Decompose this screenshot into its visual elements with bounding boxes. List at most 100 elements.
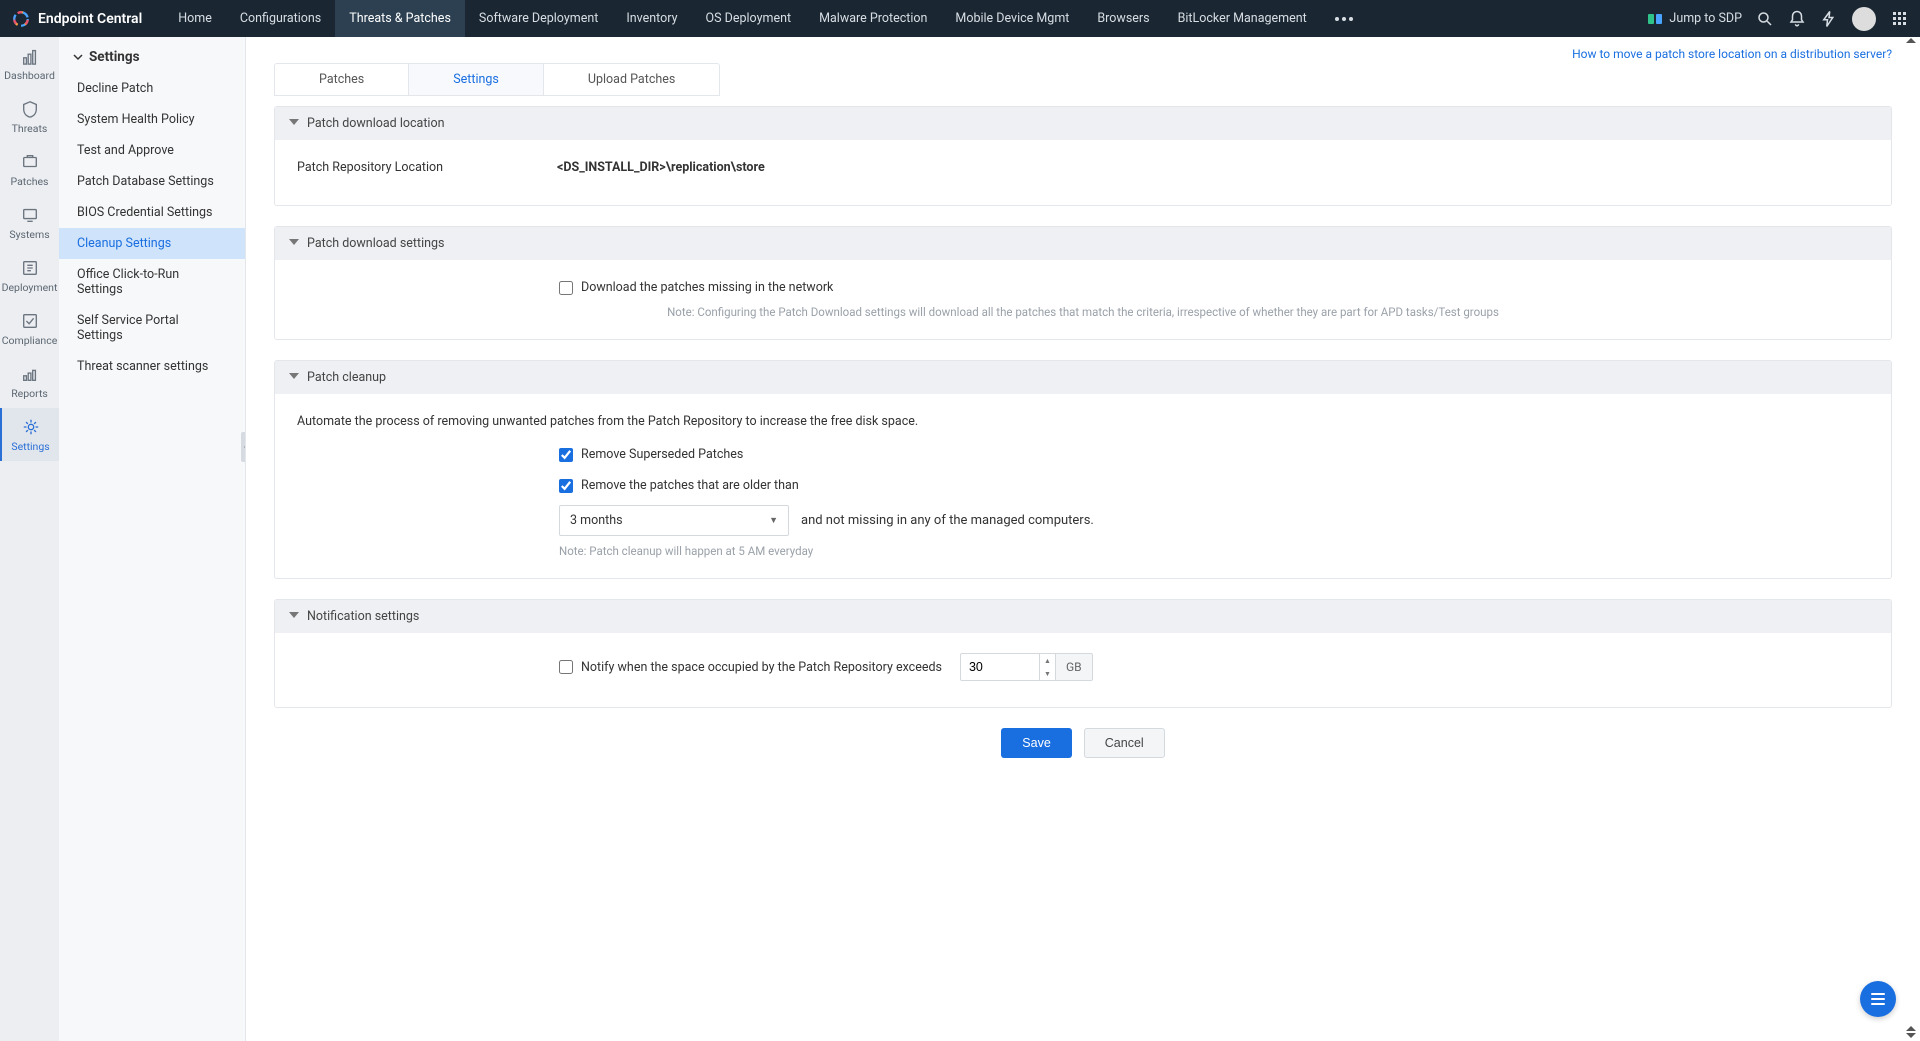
avatar[interactable] bbox=[1852, 7, 1876, 31]
rail-item-deployment[interactable]: Deployment bbox=[0, 249, 59, 302]
panel-download-settings: Patch download settings Download the pat… bbox=[274, 226, 1892, 340]
remove-superseded-row[interactable]: Remove Superseded Patches bbox=[559, 447, 1869, 462]
topnav-item-malware-protection[interactable]: Malware Protection bbox=[805, 0, 941, 37]
threshold-spinner[interactable]: ▲▼ bbox=[1040, 653, 1056, 681]
search-icon[interactable] bbox=[1756, 10, 1774, 28]
rail-label: Settings bbox=[11, 440, 49, 453]
jump-to-sdp-link[interactable]: Jump to SDP bbox=[1647, 11, 1742, 27]
topnav-item-software-deployment[interactable]: Software Deployment bbox=[465, 0, 612, 37]
chevron-up-icon bbox=[289, 239, 299, 249]
topnav-right: Jump to SDP bbox=[1647, 7, 1908, 31]
cleanup-note: Note: Patch cleanup will happen at 5 AM … bbox=[559, 544, 1869, 558]
age-select-value: 3 months bbox=[570, 513, 623, 528]
submenu-item-cleanup-settings[interactable]: Cleanup Settings bbox=[59, 228, 245, 259]
fab-menu-button[interactable] bbox=[1860, 981, 1896, 1017]
topnav-item-inventory[interactable]: Inventory bbox=[612, 0, 691, 37]
submenu-header[interactable]: Settings bbox=[59, 37, 245, 73]
scroll-up-indicator[interactable] bbox=[1904, 37, 1918, 47]
top-nav: Endpoint Central HomeConfigurationsThrea… bbox=[0, 0, 1920, 37]
age-select[interactable]: 3 months ▼ bbox=[559, 505, 789, 536]
cancel-button[interactable]: Cancel bbox=[1084, 728, 1165, 758]
repo-location-row: Patch Repository Location <DS_INSTALL_DI… bbox=[297, 160, 1869, 175]
submenu-item-bios-credential-settings[interactable]: BIOS Credential Settings bbox=[59, 197, 245, 228]
submenu-item-threat-scanner-settings[interactable]: Threat scanner settings bbox=[59, 351, 245, 382]
notify-space-row[interactable]: Notify when the space occupied by the Pa… bbox=[559, 660, 942, 675]
rail-label: Reports bbox=[11, 387, 48, 400]
apps-icon[interactable] bbox=[1890, 10, 1908, 28]
help-link[interactable]: How to move a patch store location on a … bbox=[1572, 47, 1892, 61]
chevron-up-icon bbox=[289, 612, 299, 622]
collapse-handle[interactable] bbox=[241, 432, 246, 462]
notify-space-checkbox[interactable] bbox=[559, 660, 573, 674]
remove-older-label: Remove the patches that are older than bbox=[581, 478, 799, 493]
panel-header[interactable]: Patch download location bbox=[275, 107, 1891, 140]
submenu-title: Settings bbox=[89, 49, 140, 65]
repo-location-value: <DS_INSTALL_DIR>\replication\store bbox=[557, 160, 765, 175]
cleanup-desc: Automate the process of removing unwante… bbox=[297, 414, 1869, 429]
topnav-item-browsers[interactable]: Browsers bbox=[1083, 0, 1163, 37]
topnav-item-mobile-device-mgmt[interactable]: Mobile Device Mgmt bbox=[941, 0, 1083, 37]
panel-header[interactable]: Notification settings bbox=[275, 600, 1891, 633]
submenu-item-patch-database-settings[interactable]: Patch Database Settings bbox=[59, 166, 245, 197]
tabs: PatchesSettingsUpload Patches bbox=[274, 63, 720, 96]
rail-sidebar: Dashboard ThreatsPatchesSystemsDeployment… bbox=[0, 37, 59, 1041]
dashboard-icon bbox=[21, 47, 39, 65]
panel-title: Notification settings bbox=[307, 609, 419, 624]
save-button[interactable]: Save bbox=[1001, 728, 1072, 758]
rail-label: Compliance bbox=[2, 334, 58, 347]
submenu-item-decline-patch[interactable]: Decline Patch bbox=[59, 73, 245, 104]
tab-settings[interactable]: Settings bbox=[409, 64, 544, 95]
tab-patches[interactable]: Patches bbox=[275, 64, 409, 95]
panel-notification: Notification settings Notify when the sp… bbox=[274, 599, 1892, 708]
spin-up-icon[interactable]: ▲ bbox=[1040, 654, 1055, 667]
submenu-item-system-health-policy[interactable]: System Health Policy bbox=[59, 104, 245, 135]
threats-icon bbox=[21, 100, 39, 118]
panel-header[interactable]: Patch cleanup bbox=[275, 361, 1891, 394]
notify-space-label: Notify when the space occupied by the Pa… bbox=[581, 660, 942, 675]
rail-item-patches[interactable]: Patches bbox=[0, 143, 59, 196]
panel-title: Patch download location bbox=[307, 116, 445, 131]
remove-superseded-checkbox[interactable] bbox=[559, 448, 573, 462]
shell: DashboardThreatsPatchesSystemsDeployment… bbox=[0, 37, 1920, 1041]
deployment-icon bbox=[21, 259, 39, 277]
topnav-item-threats-patches[interactable]: Threats & Patches bbox=[335, 0, 465, 37]
threshold-input[interactable] bbox=[960, 653, 1040, 681]
panel-title: Patch cleanup bbox=[307, 370, 386, 385]
rail-label: Dashboard bbox=[4, 69, 55, 82]
remove-superseded-label: Remove Superseded Patches bbox=[581, 447, 743, 462]
tab-upload-patches[interactable]: Upload Patches bbox=[544, 64, 719, 95]
download-missing-checkbox[interactable] bbox=[559, 281, 573, 295]
brand: Endpoint Central bbox=[12, 10, 142, 28]
submenu-item-test-and-approve[interactable]: Test and Approve bbox=[59, 135, 245, 166]
age-suffix: and not missing in any of the managed co… bbox=[801, 513, 1094, 528]
topnav-item-home[interactable]: Home bbox=[164, 0, 226, 37]
remove-older-row[interactable]: Remove the patches that are older than bbox=[559, 478, 1869, 493]
remove-older-checkbox[interactable] bbox=[559, 479, 573, 493]
download-missing-checkbox-row[interactable]: Download the patches missing in the netw… bbox=[559, 280, 1869, 295]
rail-item-reports[interactable]: Reports bbox=[0, 355, 59, 408]
main-content: How to move a patch store location on a … bbox=[246, 37, 1920, 1041]
rail-item-threats[interactable]: Threats bbox=[0, 90, 59, 143]
spin-down-icon[interactable]: ▼ bbox=[1040, 667, 1055, 680]
bell-icon[interactable] bbox=[1788, 10, 1806, 28]
topnav-more[interactable] bbox=[1321, 0, 1367, 37]
chevron-down-icon bbox=[73, 52, 83, 62]
rail-item-dashboard[interactable]: Dashboard bbox=[0, 37, 59, 90]
flash-icon[interactable] bbox=[1820, 10, 1838, 28]
scroll-down-indicator[interactable] bbox=[1904, 1025, 1918, 1039]
topnav-item-os-deployment[interactable]: OS Deployment bbox=[692, 0, 806, 37]
topnav-item-configurations[interactable]: Configurations bbox=[226, 0, 335, 37]
rail-item-compliance[interactable]: Compliance bbox=[0, 302, 59, 355]
brand-text: Endpoint Central bbox=[38, 11, 142, 27]
submenu-item-self-service-portal-settings[interactable]: Self Service Portal Settings bbox=[59, 305, 245, 351]
rail-item-systems[interactable]: Systems bbox=[0, 196, 59, 249]
chevron-up-icon bbox=[289, 373, 299, 383]
rail-item-settings[interactable]: Settings bbox=[0, 408, 59, 461]
submenu-item-office-click-to-run-settings[interactable]: Office Click-to-Run Settings bbox=[59, 259, 245, 305]
panel-header[interactable]: Patch download settings bbox=[275, 227, 1891, 260]
panel-download-location: Patch download location Patch Repository… bbox=[274, 106, 1892, 206]
brand-logo-icon bbox=[12, 10, 30, 28]
topnav-item-bitlocker-management[interactable]: BitLocker Management bbox=[1164, 0, 1321, 37]
more-icon bbox=[1335, 17, 1353, 21]
download-missing-label: Download the patches missing in the netw… bbox=[581, 280, 833, 295]
